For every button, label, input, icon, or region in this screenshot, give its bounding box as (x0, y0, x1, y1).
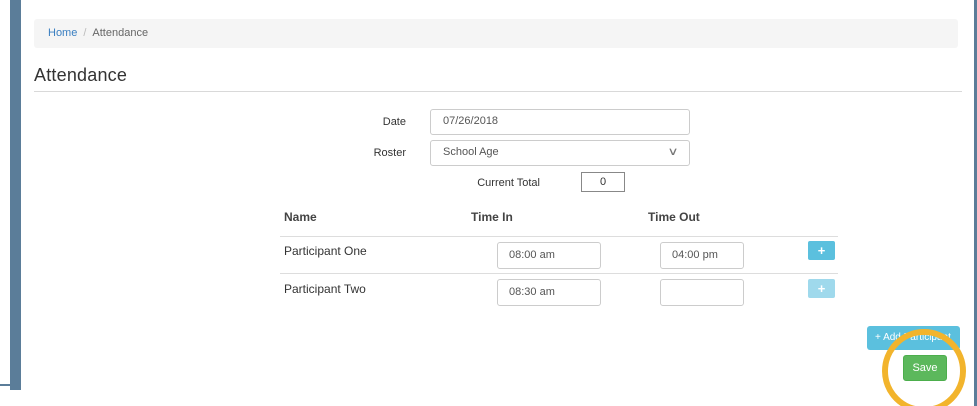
roster-selected-value: School Age (443, 146, 499, 158)
add-time-button[interactable]: + (808, 241, 835, 260)
column-header-time-in: Time In (471, 210, 513, 224)
participant-name: Participant Two (284, 282, 366, 296)
roster-label: Roster (373, 147, 406, 159)
save-button[interactable]: Save (903, 355, 947, 381)
breadcrumb-home-link[interactable]: Home (48, 27, 77, 39)
participant-name: Participant One (284, 244, 367, 258)
time-in-input[interactable]: 08:30 am (497, 279, 601, 306)
breadcrumb-current: Attendance (92, 27, 149, 39)
current-total-label: Current Total (477, 177, 540, 189)
current-total-value: 0 (581, 172, 625, 192)
plus-icon: + (817, 281, 826, 296)
left-frame-line (0, 384, 10, 386)
title-divider (34, 91, 962, 92)
table-header-divider (280, 236, 838, 237)
plus-icon: + (817, 243, 826, 258)
date-input[interactable]: 07/26/2018 (430, 109, 690, 135)
breadcrumb: Home / Attendance (34, 19, 958, 48)
chevron-down-icon: ∨ (667, 146, 679, 158)
date-label: Date (382, 116, 406, 128)
time-out-input[interactable]: 04:00 pm (660, 242, 744, 269)
table-row-divider (280, 273, 838, 274)
left-frame-bar (10, 0, 21, 390)
column-header-time-out: Time Out (648, 210, 700, 224)
add-time-button[interactable]: + (808, 279, 835, 298)
time-in-input[interactable]: 08:00 am (497, 242, 601, 269)
roster-select[interactable]: School Age ∨ (430, 140, 690, 166)
add-participant-button[interactable]: + Add Participant (867, 326, 960, 350)
breadcrumb-separator: / (83, 27, 87, 39)
time-out-input[interactable] (660, 279, 744, 306)
page-title: Attendance (34, 65, 128, 85)
column-header-name: Name (284, 210, 317, 224)
